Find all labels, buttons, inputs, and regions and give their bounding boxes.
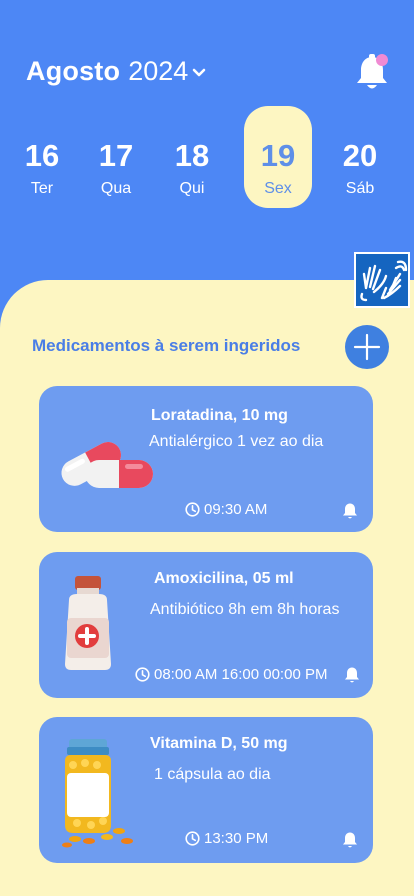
sign-language-icon — [360, 260, 408, 302]
section-title: Medicamentos à serem ingeridos — [32, 336, 301, 355]
sign-language-button[interactable] — [354, 252, 410, 308]
day-number: 20 — [342, 138, 378, 173]
reminder-bell-icon[interactable] — [344, 666, 360, 684]
medication-time: 08:00 AM 16:00 00:00 PM — [135, 666, 327, 683]
day-number: 19 — [260, 138, 296, 173]
medication-name: Loratadina, 10 mg — [151, 407, 288, 424]
medication-description: 1 cápsula ao dia — [154, 766, 271, 783]
day-item[interactable]: 20 Sáb — [326, 108, 394, 208]
medication-card[interactable]: Vitamina D, 50 mg 1 cápsula ao dia 13:30… — [39, 717, 373, 863]
medication-time-text: 08:00 AM 16:00 00:00 PM — [154, 666, 328, 683]
medication-time: 13:30 PM — [185, 830, 268, 847]
day-item-selected[interactable]: 19 Sex — [244, 106, 312, 208]
notification-badge — [376, 54, 388, 66]
capsule-pills-icon — [61, 442, 153, 488]
header: Agosto 2024 16 Ter 17 Qua 18 Qui 19 Sex … — [0, 0, 414, 300]
clock-icon — [185, 831, 200, 846]
day-item[interactable]: 18 Qui — [158, 108, 226, 208]
medication-description: Antialérgico 1 vez ao dia — [149, 433, 324, 450]
reminder-bell-icon[interactable] — [342, 831, 358, 849]
day-number: 16 — [24, 138, 60, 173]
medication-card[interactable]: Loratadina, 10 mg Antialérgico 1 vez ao … — [39, 386, 373, 532]
day-number: 17 — [98, 138, 134, 173]
medicine-bottle-icon — [65, 576, 111, 670]
day-weekday: Sáb — [345, 180, 375, 197]
medication-name: Vitamina D, 50 mg — [150, 735, 288, 752]
day-weekday: Qua — [100, 180, 132, 197]
chevron-down-icon[interactable] — [192, 65, 206, 83]
day-weekday: Ter — [30, 180, 54, 197]
day-weekday: Sex — [264, 180, 292, 197]
medication-time-text: 09:30 AM — [204, 501, 268, 518]
clock-icon — [185, 502, 200, 517]
plus-icon — [353, 333, 381, 361]
vitamin-jar-icon — [62, 739, 133, 848]
month-year: 2024 — [128, 56, 189, 86]
day-weekday: Qui — [179, 180, 205, 197]
month-selector[interactable]: Agosto 2024 — [26, 56, 206, 87]
day-selector: 16 Ter 17 Qua 18 Qui 19 Sex 20 Sáb — [0, 106, 414, 208]
day-item[interactable]: 17 Qua — [82, 108, 150, 208]
day-item[interactable]: 16 Ter — [8, 108, 76, 208]
reminder-bell-icon[interactable] — [342, 502, 358, 520]
medication-description: Antibiótico 8h em 8h horas — [150, 601, 340, 618]
medication-name: Amoxicilina, 05 ml — [154, 570, 294, 587]
medication-time-text: 13:30 PM — [204, 830, 269, 847]
add-medication-button[interactable] — [345, 325, 389, 369]
day-number: 18 — [174, 138, 210, 173]
medication-time: 09:30 AM — [185, 501, 267, 518]
clock-icon — [135, 667, 150, 682]
month-name: Agosto — [26, 56, 121, 86]
medication-card[interactable]: Amoxicilina, 05 ml Antibiótico 8h em 8h … — [39, 552, 373, 698]
